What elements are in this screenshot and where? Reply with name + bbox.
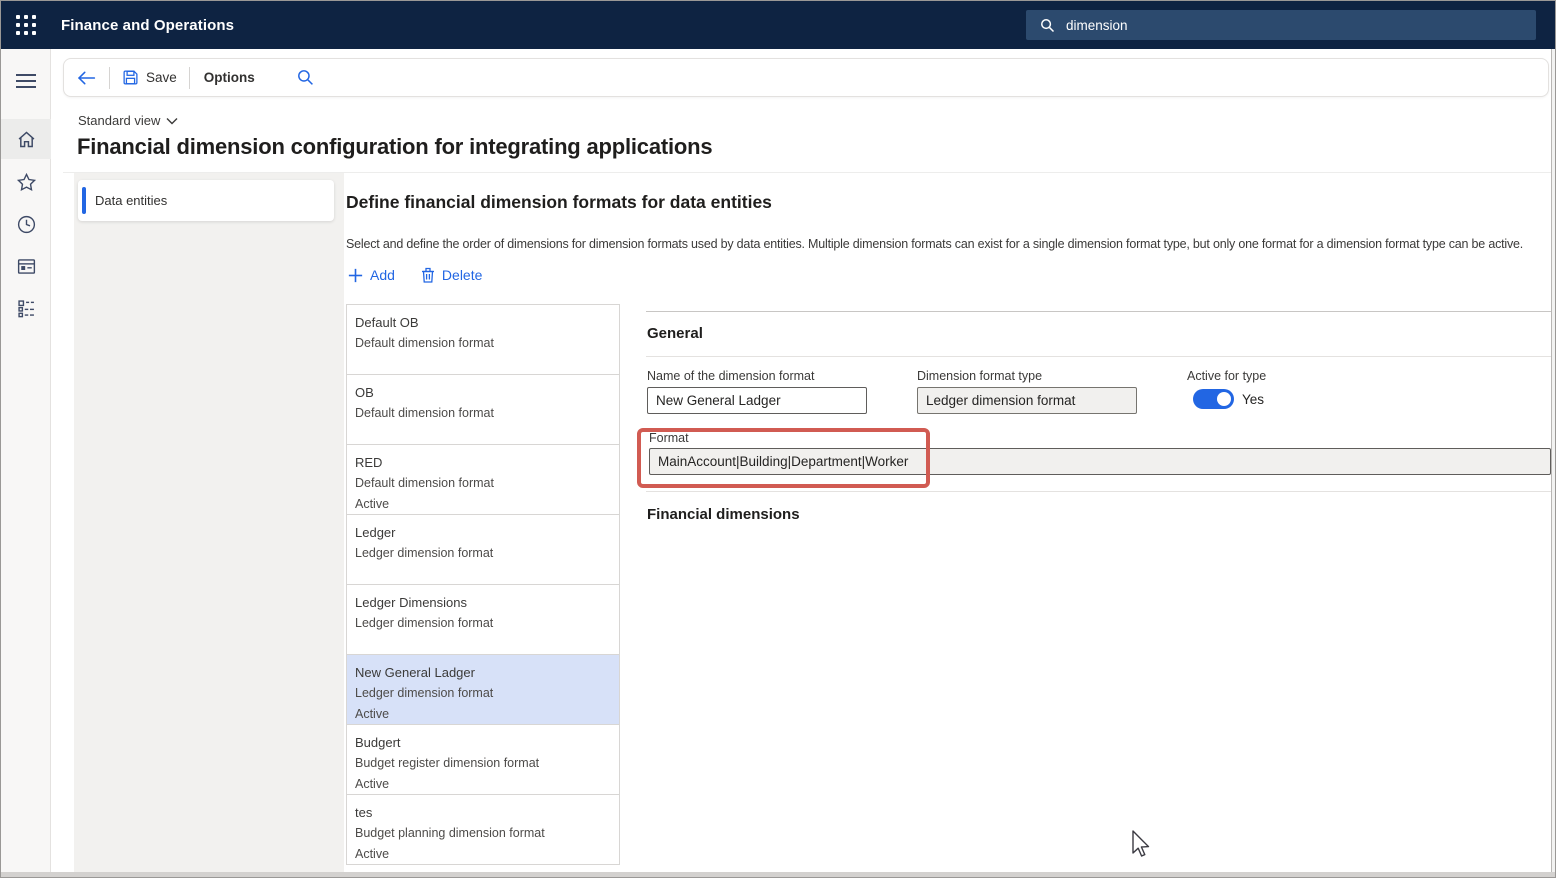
format-type: Budget register dimension format — [355, 753, 611, 774]
section-description: Select and define the order of dimension… — [346, 237, 1523, 251]
list-action-bar: Add Delete — [348, 267, 482, 283]
global-search-box[interactable] — [1026, 10, 1536, 40]
navigation-rail — [1, 49, 51, 872]
format-list-item-selected[interactable]: New General Ladger Ledger dimension form… — [347, 655, 619, 725]
back-button[interactable] — [64, 59, 109, 96]
rail-item-favorites[interactable] — [1, 162, 51, 202]
save-floppy-icon — [122, 69, 139, 86]
format-status: Active — [355, 774, 611, 795]
save-button[interactable]: Save — [110, 59, 189, 96]
format-name: Ledger Dimensions — [355, 593, 611, 613]
waffle-icon — [16, 15, 36, 35]
options-button[interactable]: Options — [190, 59, 269, 96]
format-list-item[interactable]: Ledger Ledger dimension format — [347, 515, 619, 585]
toggle-knob — [1217, 392, 1231, 406]
format-type: Ledger dimension format — [355, 683, 611, 704]
format-type: Default dimension format — [355, 403, 611, 424]
format-type: Budget planning dimension format — [355, 823, 611, 844]
options-button-label: Options — [204, 70, 255, 85]
global-search-input[interactable] — [1064, 17, 1498, 34]
format-list-item[interactable]: Ledger Dimensions Ledger dimension forma… — [347, 585, 619, 655]
format-list-item[interactable]: Budgert Budget register dimension format… — [347, 725, 619, 795]
general-section-title: General — [647, 325, 703, 342]
format-field-label: Format — [649, 431, 689, 445]
search-icon — [1040, 18, 1055, 33]
page-title: Financial dimension configuration for in… — [77, 134, 712, 160]
top-navigation-bar: Finance and Operations — [1, 1, 1555, 49]
back-arrow-icon — [76, 69, 97, 87]
vertical-tab-panel: Data entities — [74, 173, 344, 872]
view-selector-label: Standard view — [78, 113, 160, 128]
format-type: Default dimension format — [355, 333, 611, 354]
active-field-label: Active for type — [1187, 369, 1266, 383]
delete-button-label: Delete — [442, 267, 482, 283]
format-name: New General Ladger — [355, 663, 611, 683]
search-icon — [297, 69, 314, 86]
format-name: RED — [355, 453, 611, 473]
home-icon — [16, 129, 37, 150]
modules-icon — [16, 298, 37, 319]
name-field-label: Name of the dimension format — [647, 369, 814, 383]
tab-data-entities[interactable]: Data entities — [78, 180, 334, 221]
section-divider — [646, 311, 1551, 312]
horizontal-scrollbar-track[interactable] — [1, 872, 1556, 878]
format-list-item[interactable]: OB Default dimension format — [347, 375, 619, 445]
trash-icon — [421, 267, 435, 283]
active-toggle-value: Yes — [1242, 392, 1264, 407]
name-field-input[interactable] — [647, 387, 867, 414]
format-name: OB — [355, 383, 611, 403]
active-toggle[interactable] — [1193, 389, 1234, 409]
plus-icon — [348, 268, 363, 283]
format-name: tes — [355, 803, 611, 823]
delete-button[interactable]: Delete — [421, 267, 482, 283]
format-type: Ledger dimension format — [355, 543, 611, 564]
section-heading: Define financial dimension formats for d… — [346, 192, 772, 213]
add-button[interactable]: Add — [348, 267, 395, 283]
app-window: Finance and Operations — [0, 0, 1556, 878]
format-status: Active — [355, 494, 611, 515]
hamburger-icon — [15, 73, 37, 89]
format-list-item[interactable]: tes Budget planning dimension format Act… — [347, 795, 619, 865]
section-divider — [646, 491, 1551, 492]
save-button-label: Save — [146, 70, 177, 85]
tab-data-entities-label: Data entities — [95, 193, 167, 208]
vertical-scrollbar-track[interactable] — [1551, 49, 1556, 872]
view-selector[interactable]: Standard view — [78, 113, 178, 128]
format-list-item[interactable]: RED Default dimension format Active — [347, 445, 619, 515]
chevron-down-icon — [166, 117, 178, 125]
mouse-cursor — [1129, 829, 1153, 861]
app-title: Finance and Operations — [61, 17, 234, 34]
format-type: Ledger dimension format — [355, 613, 611, 634]
action-pane-toolbar: Save Options — [63, 58, 1549, 97]
type-field-label: Dimension format type — [917, 369, 1042, 383]
add-button-label: Add — [370, 267, 395, 283]
toolbar-search-button[interactable] — [285, 59, 326, 96]
format-name: Default OB — [355, 313, 611, 333]
format-type: Default dimension format — [355, 473, 611, 494]
rail-item-home[interactable] — [1, 119, 51, 159]
format-status: Active — [355, 704, 611, 725]
section-divider — [646, 356, 1551, 357]
format-field-input — [649, 448, 1551, 475]
format-status: Active — [355, 844, 611, 865]
selected-tab-indicator — [82, 187, 86, 214]
financial-dimensions-section-title: Financial dimensions — [647, 506, 800, 523]
type-field-input — [917, 387, 1137, 414]
star-icon — [16, 172, 37, 193]
clock-icon — [16, 214, 37, 235]
format-list-item[interactable]: Default OB Default dimension format — [347, 305, 619, 375]
rail-item-workspaces[interactable] — [1, 246, 51, 286]
format-name: Budgert — [355, 733, 611, 753]
dimension-format-list: Default OB Default dimension format OB D… — [346, 304, 620, 865]
rail-item-recent[interactable] — [1, 204, 51, 244]
hamburger-menu-button[interactable] — [1, 61, 51, 101]
workspaces-icon — [16, 256, 37, 277]
app-launcher-button[interactable] — [9, 8, 43, 42]
format-name: Ledger — [355, 523, 611, 543]
rail-item-modules[interactable] — [1, 288, 51, 328]
